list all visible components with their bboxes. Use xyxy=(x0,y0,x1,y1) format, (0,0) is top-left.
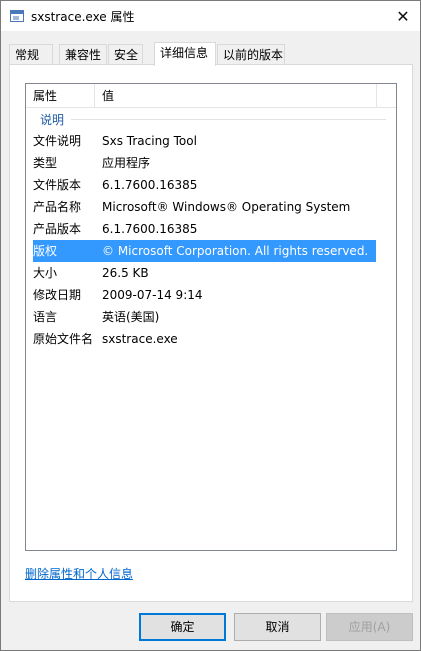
property-name: 版权 xyxy=(33,244,58,258)
remove-properties-link[interactable]: 删除属性和个人信息 xyxy=(25,565,133,582)
app-window-icon xyxy=(10,10,24,22)
property-value: Sxs Tracing Tool xyxy=(102,134,197,148)
list-item-selected[interactable]: 版权 © Microsoft Corporation. All rights r… xyxy=(33,240,376,262)
window-title: sxstrace.exe 属性 xyxy=(31,10,135,24)
title-bar[interactable]: sxstrace.exe 属性 ✕ xyxy=(1,1,420,31)
column-header-value[interactable]: 值 xyxy=(95,84,377,108)
group-label: 说明 xyxy=(40,113,65,127)
column-header-property[interactable]: 属性 xyxy=(26,84,95,108)
ok-button[interactable]: 确定 xyxy=(139,613,226,641)
list-item[interactable]: 类型 应用程序 xyxy=(26,152,378,174)
property-name: 文件说明 xyxy=(33,134,82,148)
property-value: © Microsoft Corporation. All rights rese… xyxy=(102,244,369,258)
list-item[interactable]: 产品名称 Microsoft® Windows® Operating Syste… xyxy=(26,196,378,218)
list-item[interactable]: 文件版本 6.1.7600.16385 xyxy=(26,174,378,196)
cancel-button[interactable]: 取消 xyxy=(234,613,321,641)
apply-button[interactable]: 应用(A) xyxy=(326,613,413,641)
list-item[interactable]: 大小 26.5 KB xyxy=(26,262,378,284)
property-name: 修改日期 xyxy=(33,288,82,302)
tab-compatibility[interactable]: 兼容性 xyxy=(59,44,107,65)
properties-window: sxstrace.exe 属性 ✕ 常规 兼容性 安全 详细信息 以前的版本 属… xyxy=(0,0,421,651)
group-divider xyxy=(71,119,386,120)
property-value: 英语(美国) xyxy=(102,310,160,324)
close-button[interactable]: ✕ xyxy=(386,1,420,31)
property-value: 26.5 KB xyxy=(102,266,149,280)
property-name: 原始文件名 xyxy=(33,332,94,346)
list-header: 属性 值 xyxy=(26,84,396,108)
property-value: 6.1.7600.16385 xyxy=(102,222,198,236)
property-name: 大小 xyxy=(33,266,58,280)
property-name: 文件版本 xyxy=(33,178,82,192)
property-name: 类型 xyxy=(33,156,58,170)
property-value: 6.1.7600.16385 xyxy=(102,178,198,192)
list-item[interactable]: 原始文件名 sxstrace.exe xyxy=(26,328,378,350)
tab-previous-versions[interactable]: 以前的版本 xyxy=(217,44,285,65)
tab-details[interactable]: 详细信息 xyxy=(154,42,216,66)
group-header-description: 说明 xyxy=(26,110,396,128)
property-name: 产品名称 xyxy=(33,200,82,214)
details-list[interactable]: 属性 值 说明 文件说明 Sxs Tracing Tool 类型 应用程序 文件… xyxy=(25,83,397,551)
tab-general[interactable]: 常规 xyxy=(9,44,53,65)
property-value: 2009-07-14 9:14 xyxy=(102,288,203,302)
close-icon: ✕ xyxy=(396,6,410,26)
property-value: 应用程序 xyxy=(102,156,151,170)
list-item[interactable]: 产品版本 6.1.7600.16385 xyxy=(26,218,378,240)
property-name: 产品版本 xyxy=(33,222,82,236)
list-item[interactable]: 语言 英语(美国) xyxy=(26,306,378,328)
details-panel: 属性 值 说明 文件说明 Sxs Tracing Tool 类型 应用程序 文件… xyxy=(9,64,413,602)
list-item[interactable]: 文件说明 Sxs Tracing Tool xyxy=(26,130,378,152)
tab-security[interactable]: 安全 xyxy=(108,44,143,65)
property-value: Microsoft® Windows® Operating System xyxy=(102,200,351,214)
list-item[interactable]: 修改日期 2009-07-14 9:14 xyxy=(26,284,378,306)
property-value: sxstrace.exe xyxy=(102,332,178,346)
property-name: 语言 xyxy=(33,310,58,324)
